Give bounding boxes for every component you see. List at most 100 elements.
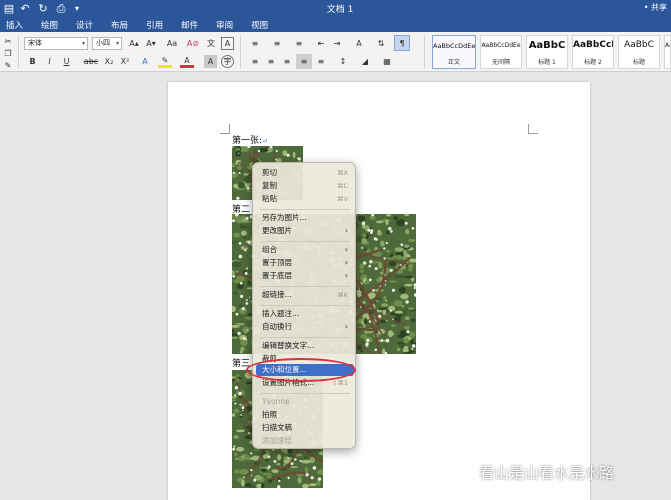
subscript-button[interactable]: X₂ xyxy=(102,55,116,68)
tab-view[interactable]: 视图 xyxy=(251,19,268,31)
multilevel-list-icon[interactable]: ≡ xyxy=(290,37,308,50)
show-marks-icon[interactable]: ¶ xyxy=(394,35,410,51)
tab-review[interactable]: 审阅 xyxy=(216,19,233,31)
bold-button[interactable]: B xyxy=(26,55,39,68)
style-preview: AaBbC xyxy=(528,40,566,51)
highlight-button[interactable]: ✎ xyxy=(158,55,172,68)
menu-item-group[interactable]: 组合 › xyxy=(256,244,354,256)
font-name-value: 宋体 xyxy=(28,39,42,47)
menu-item-copy[interactable]: 复制 ⌘C xyxy=(256,180,354,192)
clear-format-button[interactable]: A⊘ xyxy=(186,37,200,50)
style-title[interactable]: AaBbC 标题 xyxy=(618,35,660,69)
menu-divider xyxy=(260,337,350,338)
menu-item-bring-to-front[interactable]: 置于顶层 › xyxy=(256,257,354,269)
tab-draw[interactable]: 绘图 xyxy=(41,19,58,31)
strikethrough-button[interactable]: abc xyxy=(82,55,100,68)
style-name: 正文 xyxy=(447,59,460,66)
menu-item-paste[interactable]: 粘贴 ⌘V xyxy=(256,193,354,205)
distributed-icon[interactable]: ≡ xyxy=(314,55,328,68)
char-shading-button[interactable]: A xyxy=(204,55,217,68)
decrease-indent-icon[interactable]: ⇤ xyxy=(314,37,328,50)
menu-item-insert-caption[interactable]: 插入题注... xyxy=(256,308,354,320)
align-right-icon[interactable]: ≡ xyxy=(280,55,294,68)
tab-design[interactable]: 设计 xyxy=(76,19,93,31)
crop-mark xyxy=(528,124,538,134)
menu-divider xyxy=(260,241,350,242)
context-menu: 剪切 ⌘X 复制 ⌘C 粘贴 ⌘V 另存为图片... 更改图片 › 组合 › 置于顶层 › … xyxy=(252,162,356,449)
menu-divider xyxy=(260,286,350,287)
watermark-logo-icon xyxy=(463,466,477,480)
grow-font-button[interactable]: A▴ xyxy=(126,37,142,50)
asian-layout-icon[interactable]: A xyxy=(350,37,368,50)
chevron-right-icon: › xyxy=(344,226,348,235)
text-effects-button[interactable]: A xyxy=(138,55,152,68)
align-left-icon[interactable]: ≡ xyxy=(248,55,262,68)
menu-item-wrap-text[interactable]: 自动换行 › xyxy=(256,321,354,333)
tab-insert[interactable]: 插入 xyxy=(6,19,23,31)
ribbon-divider xyxy=(18,36,19,68)
numbering-icon[interactable]: ≡ xyxy=(268,37,286,50)
font-size-value: 小四 xyxy=(96,39,110,47)
underline-button[interactable]: U xyxy=(60,55,73,68)
chevron-right-icon: › xyxy=(344,258,348,267)
style-name: 标题 xyxy=(632,59,645,66)
justify-icon[interactable]: ≡ xyxy=(296,54,312,69)
menu-item-save-as-picture[interactable]: 另存为图片... xyxy=(256,212,354,224)
shrink-font-button[interactable]: A▾ xyxy=(143,37,159,50)
pinyin-button[interactable]: 文 xyxy=(204,37,218,50)
tab-mailings[interactable]: 邮件 xyxy=(181,19,198,31)
increase-indent-icon[interactable]: ⇥ xyxy=(330,37,344,50)
ribbon-tabs: 插入 绘图 设计 布局 引用 邮件 审阅 视图 xyxy=(0,17,671,32)
style-preview: AaBbCcI xyxy=(573,40,613,50)
enclosed-char-button[interactable]: 字 xyxy=(221,55,234,68)
menu-divider xyxy=(260,209,350,210)
customize-toolbar-icon[interactable]: ▾ xyxy=(70,2,84,15)
font-name-select[interactable]: 宋体 ▾ xyxy=(24,37,88,50)
ribbon: ✂ ❐ ✎ 宋体 ▾ 小四 ▾ A▴ A▾ Aa A⊘ 文 A B I U abc … xyxy=(0,32,671,72)
menu-item-change-picture[interactable]: 更改图片 › xyxy=(256,225,354,237)
style-heading-2[interactable]: AaBbCcI 标题 2 xyxy=(572,35,614,69)
style-normal[interactable]: AaBbCcDdEe 正文 xyxy=(432,35,476,69)
styles-gallery: AaBbCcDdEe 正文 AaBbCcDdEe 无间隔 AaBbC 标题 1 … xyxy=(430,35,671,69)
shortcut: ⌘K xyxy=(337,291,348,299)
borders-icon[interactable]: ▦ xyxy=(378,55,396,68)
caption-first: 第一张:↵ xyxy=(232,136,268,146)
menu-divider xyxy=(260,393,350,394)
redo-icon[interactable]: ↻ xyxy=(36,2,50,15)
style-subtitle[interactable]: AaBbCcDd xyxy=(664,35,671,69)
style-preview: AaBbCcDd xyxy=(665,42,670,49)
menu-item-edit-alt-text[interactable]: 编辑替换文字... xyxy=(256,340,354,352)
tab-references[interactable]: 引用 xyxy=(146,19,163,31)
superscript-button[interactable]: X² xyxy=(118,55,132,68)
share-button[interactable]: • 共享 xyxy=(644,2,667,13)
tab-layout[interactable]: 布局 xyxy=(111,19,128,31)
line-spacing-icon[interactable]: ↕ xyxy=(334,55,352,68)
style-heading-1[interactable]: AaBbC 标题 1 xyxy=(526,35,568,69)
menu-item-send-to-back[interactable]: 置于底层 › xyxy=(256,270,354,282)
sort-icon[interactable]: ⇅ xyxy=(374,37,388,50)
menu-divider xyxy=(260,305,350,306)
document-title: 文档 1 xyxy=(326,5,354,15)
print-icon[interactable]: ⎙ xyxy=(54,2,68,15)
font-size-select[interactable]: 小四 ▾ xyxy=(92,37,122,50)
style-preview: AaBbC xyxy=(624,40,654,50)
style-name: 无间隔 xyxy=(491,59,510,66)
change-case-button[interactable]: Aa xyxy=(163,37,181,50)
align-center-icon[interactable]: ≡ xyxy=(264,55,278,68)
char-border-button[interactable]: A xyxy=(221,37,234,50)
menu-item-take-photo[interactable]: 拍照 xyxy=(256,409,354,421)
save-icon[interactable]: ▤ xyxy=(2,2,16,15)
style-preview: AaBbCcDdEe xyxy=(481,42,521,49)
menu-item-hyperlink[interactable]: 超链接... ⌘K xyxy=(256,289,354,301)
style-no-spacing[interactable]: AaBbCcDdEe 无间隔 xyxy=(480,35,522,69)
menu-item-cut[interactable]: 剪切 ⌘X xyxy=(256,167,354,179)
undo-icon[interactable]: ↶ xyxy=(18,2,32,15)
ribbon-divider xyxy=(424,36,425,68)
format-painter-icon[interactable]: ✎ xyxy=(2,59,14,72)
bullets-icon[interactable]: ≡ xyxy=(246,37,264,50)
font-color-button[interactable]: A xyxy=(180,55,194,68)
italic-button[interactable]: I xyxy=(43,55,56,68)
style-preview: AaBbCcDdEe xyxy=(433,42,475,50)
menu-item-scan-documents[interactable]: 扫描文稿 xyxy=(256,422,354,434)
shading-icon[interactable]: ◢ xyxy=(356,55,374,68)
